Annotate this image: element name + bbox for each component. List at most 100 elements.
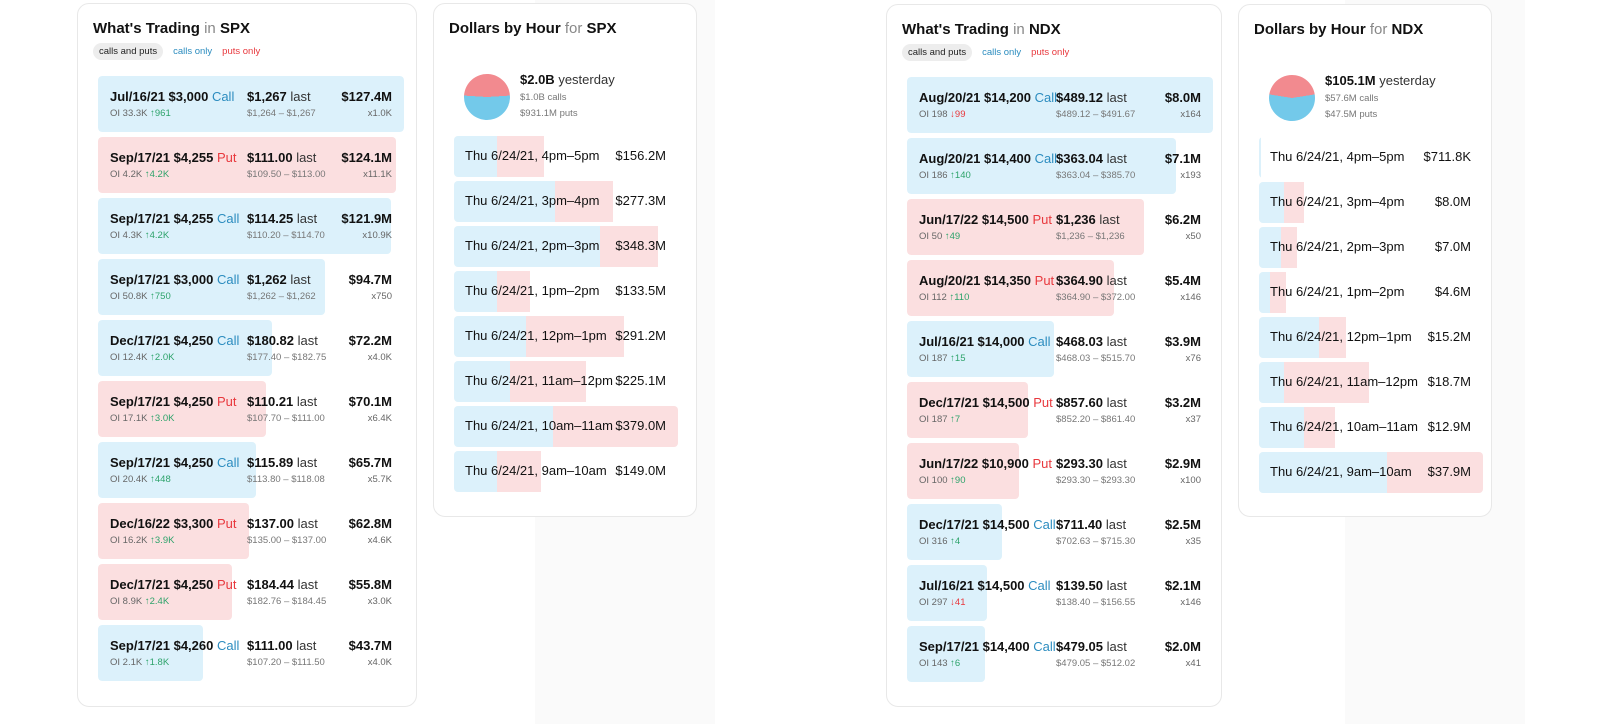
premium-total: $127.4M [341, 89, 392, 104]
open-interest-change: 110 [954, 292, 970, 303]
volume-multiple: x50 [1185, 231, 1201, 242]
hour-row[interactable]: Thu 6/24/21, 9am–10am $149.0M [454, 451, 678, 492]
volume-multiple: x146 [1180, 292, 1201, 303]
last-price-label: last [1106, 273, 1127, 288]
title-text: Dollars by Hour [1254, 21, 1366, 38]
trade-row[interactable]: Aug/20/21 $14,350 Put OI 112 ↑110 $364.90 … [907, 260, 1213, 316]
last-price-value: $1,236 [1056, 212, 1096, 227]
last-price-label: last [1106, 456, 1127, 471]
hour-row[interactable]: Thu 6/24/21, 10am–11am $12.9M [1259, 407, 1483, 448]
hour-row[interactable]: Thu 6/24/21, 11am–12pm $225.1M [454, 361, 678, 402]
put-premium-bar [98, 137, 397, 193]
trade-row[interactable]: Sep/17/21 $4,255 Put OI 4.2K ↑4.2K $111.00… [98, 137, 404, 193]
yesterday-pie-chart [462, 72, 512, 122]
title-text: What's Trading [93, 20, 200, 37]
title-separator: for [564, 20, 583, 37]
premium-total: $65.7M [348, 455, 392, 470]
hour-row[interactable]: Thu 6/24/21, 1pm–2pm $133.5M [454, 271, 678, 312]
price-range: $479.05 – $512.02 [1056, 658, 1136, 669]
contract-type: Call [216, 272, 240, 287]
open-interest-change: 3.0K [154, 413, 175, 424]
trade-row[interactable]: Sep/17/21 $4,250 Put OI 17.1K ↑3.0K $110.2… [98, 381, 404, 437]
contract-name: Sep/17/21 $4,255 Put [110, 150, 237, 165]
contract-type: Call [216, 638, 240, 653]
volume-multiple: x1.0K [367, 108, 392, 119]
contract-type: Put [217, 516, 237, 531]
trade-row[interactable]: Dec/17/21 $14,500 Put OI 187 ↑7 $857.60 la… [907, 382, 1213, 438]
trade-row[interactable]: Dec/17/21 $4,250 Call OI 12.4K ↑2.0K $180.… [98, 320, 404, 376]
filter-calls-and-puts[interactable]: calls and puts [93, 43, 164, 60]
hour-row[interactable]: Thu 6/24/21, 2pm–3pm $348.3M [454, 226, 678, 267]
contract-name: Aug/20/21 $14,350 Put [919, 273, 1054, 288]
open-interest: OI 16.2K ↑3.9K [110, 535, 174, 546]
trade-row[interactable]: Jun/17/22 $14,500 Put OI 50 ↑49 $1,236 las… [907, 199, 1213, 255]
last-price: $479.05 last [1056, 639, 1127, 654]
open-interest-value: OI 4.3K [110, 230, 143, 241]
premium-total: $7.1M [1164, 151, 1201, 166]
last-price-value: $111.00 [247, 150, 293, 165]
trade-row[interactable]: Aug/20/21 $14,400 Call OI 186 ↑140 $363.04… [907, 138, 1213, 194]
contract-strike: Dec/17/21 $4,250 [110, 577, 214, 592]
trade-row[interactable]: Sep/17/21 $14,400 Call OI 143 ↑6 $479.05 l… [907, 626, 1213, 682]
open-interest-value: OI 297 [919, 597, 948, 608]
hour-row[interactable]: Thu 6/24/21, 3pm–4pm $8.0M [1259, 182, 1483, 223]
ndx-whats-trading-card: What's Trading in NDX calls and puts cal… [886, 4, 1222, 707]
trade-row[interactable]: Sep/17/21 $4,250 Call OI 20.4K ↑448 $115.8… [98, 442, 404, 498]
hour-row[interactable]: Thu 6/24/21, 3pm–4pm $277.3M [454, 181, 678, 222]
hour-row[interactable]: Thu 6/24/21, 4pm–5pm $156.2M [454, 136, 678, 177]
open-interest-change: 6 [954, 658, 961, 669]
volume-multiple: x100 [1180, 475, 1201, 486]
premium-total: $55.8M [348, 577, 392, 592]
hour-row[interactable]: Thu 6/24/21, 4pm–5pm $711.8K [1259, 137, 1483, 178]
trade-row[interactable]: Sep/17/21 $4,255 Call OI 4.3K ↑4.2K $114.2… [98, 198, 404, 254]
last-price: $363.04 last [1056, 151, 1127, 166]
trade-row[interactable]: Dec/16/22 $3,300 Put OI 16.2K ↑3.9K $137.0… [98, 503, 404, 559]
filter-puts-only[interactable]: puts only [1031, 47, 1069, 58]
last-price-label: last [290, 89, 311, 104]
trade-row[interactable]: Jul/16/21 $14,500 Call OI 297 ↓41 $139.50 … [907, 565, 1213, 621]
hour-label: Thu 6/24/21, 3pm–4pm [465, 193, 600, 208]
contract-name: Sep/17/21 $3,000 Call [110, 272, 239, 287]
filter-calls-only[interactable]: calls only [982, 47, 1021, 58]
contract-name: Jul/16/21 $14,000 Call [919, 334, 1051, 349]
hour-row[interactable]: Thu 6/24/21, 10am–11am $379.0M [454, 406, 678, 447]
premium-total: $6.2M [1164, 212, 1201, 227]
filter-calls-and-puts[interactable]: calls and puts [902, 44, 973, 61]
trade-row[interactable]: Aug/20/21 $14,200 Call OI 198 ↓99 $489.12 … [907, 77, 1213, 133]
trade-row[interactable]: Jun/17/22 $10,900 Put OI 100 ↑90 $293.30 l… [907, 443, 1213, 499]
hour-row[interactable]: Thu 6/24/21, 12pm–1pm $291.2M [454, 316, 678, 357]
trade-row[interactable]: Sep/17/21 $4,260 Call OI 2.1K ↑1.8K $111.0… [98, 625, 404, 681]
hour-value: $37.9M [1427, 464, 1471, 479]
premium-total: $72.2M [348, 333, 392, 348]
trade-row[interactable]: Dec/17/21 $4,250 Put OI 8.9K ↑2.4K $184.44… [98, 564, 404, 620]
hour-row[interactable]: Thu 6/24/21, 2pm–3pm $7.0M [1259, 227, 1483, 268]
open-interest-value: OI 187 [919, 414, 948, 425]
hour-row[interactable]: Thu 6/24/21, 1pm–2pm $4.6M [1259, 272, 1483, 313]
hour-row[interactable]: Thu 6/24/21, 11am–12pm $18.7M [1259, 362, 1483, 403]
hour-value: $15.2M [1427, 329, 1471, 344]
volume-multiple: x193 [1180, 170, 1201, 181]
contract-type: Call [1033, 639, 1056, 654]
trade-row[interactable]: Sep/17/21 $3,000 Call OI 50.8K ↑750 $1,262… [98, 259, 404, 315]
last-price-label: last [1106, 90, 1127, 105]
trade-row[interactable]: Jul/16/21 $3,000 Call OI 33.3K ↑961 $1,267… [98, 76, 404, 132]
hour-label: Thu 6/24/21, 4pm–5pm [1270, 149, 1405, 164]
price-range: $293.30 – $293.30 [1056, 475, 1136, 486]
volume-multiple: x35 [1185, 536, 1201, 547]
filter-calls-only[interactable]: calls only [173, 46, 212, 57]
filter-puts-only[interactable]: puts only [222, 46, 260, 57]
contract-strike: Aug/20/21 $14,350 [919, 273, 1032, 288]
hour-row[interactable]: Thu 6/24/21, 12pm–1pm $15.2M [1259, 317, 1483, 358]
open-interest: OI 198 ↓99 [919, 109, 966, 120]
hour-row[interactable]: Thu 6/24/21, 9am–10am $37.9M [1259, 452, 1483, 493]
put-premium-bar [907, 260, 1114, 316]
last-price-label: last [296, 211, 318, 226]
put-premium-bar [98, 381, 267, 437]
trade-row[interactable]: Jul/16/21 $14,000 Call OI 187 ↑15 $468.03 … [907, 321, 1213, 377]
trade-row[interactable]: Dec/17/21 $14,500 Call OI 316 ↑4 $711.40 l… [907, 504, 1213, 560]
last-price: $364.90 last [1056, 273, 1127, 288]
put-premium-bar [98, 503, 249, 559]
contract-strike: Sep/17/21 $4,255 [110, 211, 214, 226]
open-interest: OI 50 ↑49 [919, 231, 960, 242]
ticker-symbol: SPX [219, 20, 250, 37]
